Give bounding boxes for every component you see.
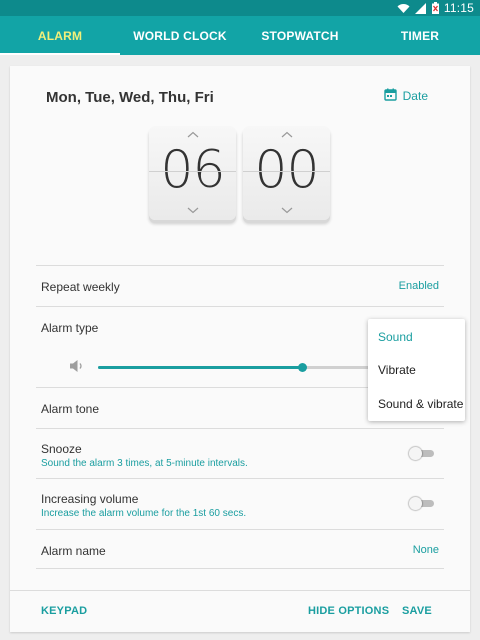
alarm-type-label: Alarm type <box>41 321 99 335</box>
chevron-up-icon[interactable] <box>243 131 330 138</box>
alarm-tone-label: Alarm tone <box>41 402 100 416</box>
chevron-up-icon[interactable] <box>149 131 236 138</box>
increasing-volume-row[interactable]: Increasing volume Increase the alarm vol… <box>36 478 444 529</box>
battery-icon <box>431 2 439 14</box>
repeat-weekly-label: Repeat weekly <box>41 280 120 294</box>
repeat-weekly-value: Enabled <box>398 280 439 292</box>
tab-timer[interactable]: TIMER <box>360 16 480 55</box>
alarm-name-value: None <box>412 544 439 556</box>
minute-value: 00 <box>254 140 319 200</box>
wifi-icon <box>397 3 410 14</box>
tab-stopwatch[interactable]: STOPWATCH <box>240 16 360 55</box>
alarm-type-option-vibrate[interactable]: Vibrate <box>378 363 416 377</box>
repeat-days[interactable]: Mon, Tue, Wed, Thu, Fri <box>46 89 214 106</box>
repeat-weekly-row[interactable]: Repeat weekly Enabled <box>36 265 444 306</box>
alarm-name-row[interactable]: Alarm name None <box>36 529 444 569</box>
volume-slider[interactable] <box>98 363 370 372</box>
save-button[interactable]: SAVE <box>402 605 432 617</box>
volume-slider-thumb[interactable] <box>298 363 307 372</box>
tab-bar: ALARM WORLD CLOCK STOPWATCH TIMER <box>0 16 480 55</box>
hide-options-button[interactable]: HIDE OPTIONS <box>308 605 389 617</box>
calendar-icon <box>383 88 397 104</box>
chevron-down-icon[interactable] <box>149 207 236 214</box>
volume-icon <box>69 359 85 378</box>
status-bar: 11:15 <box>0 0 480 16</box>
date-button[interactable]: Date <box>383 88 428 104</box>
alarm-type-option-sound[interactable]: Sound <box>378 330 413 344</box>
snooze-toggle[interactable] <box>409 447 434 460</box>
increasing-volume-subtitle: Increase the alarm volume for the 1st 60… <box>41 508 247 519</box>
increasing-volume-label: Increasing volume <box>41 492 139 506</box>
chevron-down-icon[interactable] <box>243 207 330 214</box>
snooze-subtitle: Sound the alarm 3 times, at 5-minute int… <box>41 458 248 469</box>
increasing-volume-toggle[interactable] <box>409 497 434 510</box>
snooze-label: Snooze <box>41 442 82 456</box>
alarm-type-dropdown: Sound Vibrate Sound & vibrate <box>368 319 465 421</box>
minute-picker[interactable]: 00 <box>243 126 330 220</box>
hour-picker[interactable]: 06 <box>149 126 236 220</box>
bottom-action-bar: KEYPAD HIDE OPTIONS SAVE <box>10 590 470 632</box>
alarm-name-label: Alarm name <box>41 544 106 558</box>
status-time: 11:15 <box>443 1 474 15</box>
tab-world-clock[interactable]: WORLD CLOCK <box>120 16 240 55</box>
hour-value: 06 <box>160 140 225 200</box>
alarm-type-option-sound-vibrate[interactable]: Sound & vibrate <box>378 397 463 411</box>
tab-alarm[interactable]: ALARM <box>0 16 120 55</box>
keypad-button[interactable]: KEYPAD <box>41 605 87 617</box>
signal-icon <box>414 2 427 14</box>
date-label: Date <box>402 89 428 103</box>
snooze-row[interactable]: Snooze Sound the alarm 3 times, at 5-min… <box>36 428 444 478</box>
